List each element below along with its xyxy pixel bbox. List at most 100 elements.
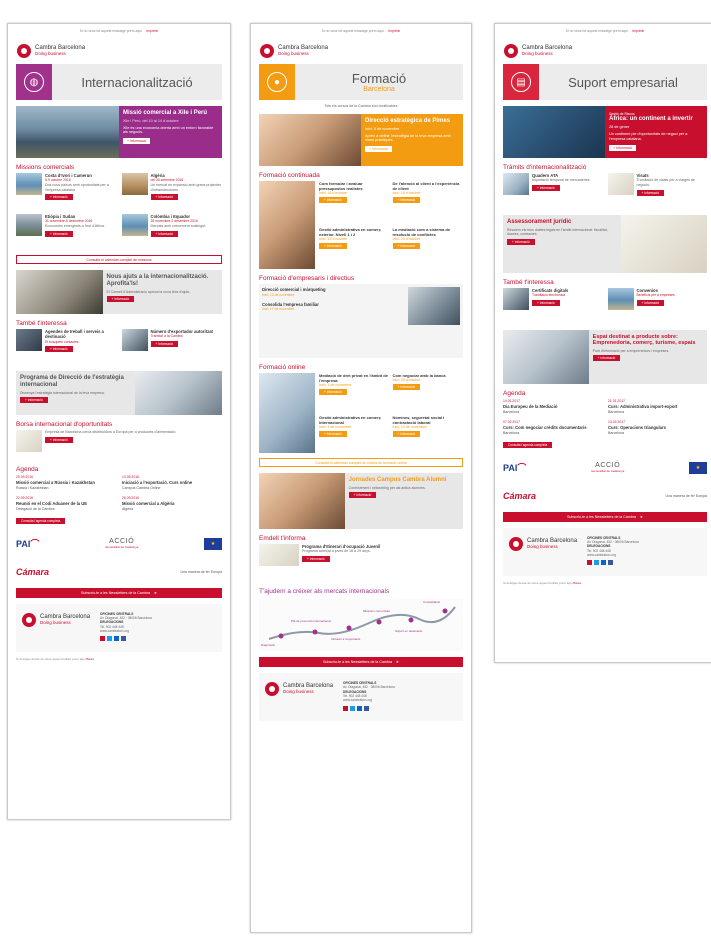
online-button[interactable]: + Informació xyxy=(319,430,347,437)
calendar-button[interactable]: Consulta el calendari complet de mission… xyxy=(16,255,222,264)
online-title: Mediació de dret privat en l'àmbit de l'… xyxy=(319,373,388,383)
mission-image xyxy=(16,173,42,195)
social-icon[interactable] xyxy=(587,560,593,566)
twitter-icon[interactable] xyxy=(107,636,113,642)
course-button[interactable]: + Informació xyxy=(319,197,347,203)
linkedin-icon[interactable] xyxy=(601,560,607,566)
unsubscribe-link[interactable]: Baixa xyxy=(573,581,581,585)
cambra-logo-icon xyxy=(509,536,523,551)
print-link[interactable]: Imprimir xyxy=(388,29,400,33)
linkedin-icon[interactable] xyxy=(114,636,120,642)
steps-diagram: Diagnòstic Pla de promoció internacional… xyxy=(259,599,463,651)
tramit-button[interactable]: + Informació xyxy=(636,189,665,196)
course-title: Gestió administrativa en comerç exterior… xyxy=(319,226,381,237)
unsubscribe-link[interactable]: Baixa xyxy=(86,657,94,661)
twitter-icon[interactable] xyxy=(350,705,356,711)
agenda-date: 22.09.2016 xyxy=(16,496,33,501)
facebook-icon[interactable] xyxy=(121,636,127,642)
print-link[interactable]: Imprimir xyxy=(632,29,644,33)
eu-motto: Una manera de fer Europa xyxy=(180,569,222,574)
agenda-button[interactable]: Consulta l'agenda completa xyxy=(503,441,553,448)
hero-feature: Missió comercial a Xile i Perú Xile i Pe… xyxy=(16,106,222,158)
mission-card: Costa d'Ivori i Camerun 5-9 octubre 2016 D… xyxy=(16,173,117,209)
social-icon[interactable] xyxy=(100,636,106,642)
top-text: Si no veus bé aquest missatge prem aquí xyxy=(79,29,143,33)
cambra-logo[interactable]: Cambra Barcelona Doing business xyxy=(8,38,230,64)
tramit-button[interactable]: + Informació xyxy=(532,185,560,192)
online-button[interactable]: + Informació xyxy=(392,430,421,437)
program-button[interactable]: + Informació xyxy=(20,397,48,404)
also-date: Tramitació electrònica xyxy=(532,293,566,298)
print-link[interactable]: Imprimir xyxy=(146,29,158,33)
directius-item[interactable]: Direcció comercial i màrqueting Inici: 13… xyxy=(262,287,404,298)
person-icon: ● xyxy=(267,72,287,92)
online-calendar-button[interactable]: Consulta el calendari complet de cursos … xyxy=(259,458,463,467)
agenda-item[interactable]: 22.09.2016 Reunió en el Codi Aduaner de l… xyxy=(16,496,116,511)
tramit-card: Quadern ATA Importació temporal de mercad… xyxy=(503,173,603,209)
subscribe-bar[interactable]: Subscriu-te a les Newsletters de la Camb… xyxy=(259,657,463,667)
logo-tagline: Doing business xyxy=(35,50,66,56)
cambra-logo[interactable]: Cambra Barcelona Doing business xyxy=(251,38,471,64)
hero-button[interactable]: + Informació xyxy=(609,144,637,151)
agenda-button[interactable]: Consulta l'agenda completa xyxy=(16,517,66,524)
mission-button[interactable]: + Informació xyxy=(150,230,179,237)
program-feature: Programa de Direcció de l'estratègia int… xyxy=(16,371,222,415)
twitter-icon[interactable] xyxy=(594,560,600,566)
agenda-item[interactable]: 14.01.2017 Dia Europeu de la Mediació Barc… xyxy=(503,399,602,414)
social-icon[interactable] xyxy=(343,705,349,711)
emdell-button[interactable]: + Informació xyxy=(302,556,330,563)
legal-advice-button[interactable]: + Informació xyxy=(507,238,535,245)
section-banner: ▤ Suport empresarial xyxy=(503,64,707,100)
linkedin-icon[interactable] xyxy=(357,705,363,711)
footer-web[interactable]: www.cambrabcn.org xyxy=(343,698,395,702)
course-button[interactable]: + Informació xyxy=(319,242,347,249)
agenda-item[interactable]: 20.09.2016 Missió comercial a Rússia i Ka… xyxy=(16,475,116,490)
subscribe-bar[interactable]: Subscriu-te a les Newsletters de la Camb… xyxy=(16,587,222,598)
directius-date: Inici: 17 de novembre xyxy=(262,307,295,312)
course-button[interactable]: + Informació xyxy=(392,242,421,249)
tramits-grid: Quadern ATA Importació temporal de mercad… xyxy=(503,173,707,209)
also-button[interactable]: + Informació xyxy=(150,340,179,348)
footer-web[interactable]: www.cambrabcn.org xyxy=(100,629,152,633)
also-button[interactable]: + Informació xyxy=(532,299,560,307)
online-button[interactable]: + Informació xyxy=(319,389,347,395)
agenda-item[interactable]: 13.02.2017 Curs: Operacions triangulars Ba… xyxy=(608,420,707,435)
agenda-item[interactable]: 13.09.2016 Iniciació a l'exportació. Curs… xyxy=(122,475,222,490)
courses-grid: Com formular i avaluar pressupostos real… xyxy=(319,181,463,269)
course-button[interactable]: + Informació xyxy=(392,197,421,203)
section-title: Agenda xyxy=(16,466,39,473)
footer-web[interactable]: www.cambrabcn.org xyxy=(587,553,639,557)
cambra-logo[interactable]: Cambra Barcelona Doing business xyxy=(495,38,711,64)
directius-item[interactable]: Consolida l'empresa familiar Inici: 17 de… xyxy=(262,302,404,313)
facebook-icon[interactable] xyxy=(364,705,370,711)
borsa-button[interactable]: + Informació xyxy=(45,436,73,443)
mission-button[interactable]: + Informació xyxy=(150,194,179,201)
agenda-item[interactable]: 26.09.2016 Missió comercial a Algèria Algè… xyxy=(122,496,222,511)
alumni-button[interactable]: + Informació xyxy=(348,492,377,499)
hero-box: Gestió de Riscos Àfrica: un continent a … xyxy=(605,106,707,158)
newsletter-suport-empresarial: Si no veus bé aquest missatge prem aquí … xyxy=(494,23,711,663)
agenda-place: Barcelona xyxy=(608,409,625,414)
online-button[interactable]: + Informació xyxy=(392,384,421,390)
accio-sub: Generalitat de Catalunya xyxy=(105,545,139,550)
hero-button[interactable]: + Informació xyxy=(365,146,393,153)
subscribe-bar[interactable]: Subscriu-te a les Newsletters de la Camb… xyxy=(503,511,707,522)
banner-icon-box: ▤ xyxy=(503,64,539,100)
agenda-item[interactable]: 07.02.2017 Curs: Com negociar crèdits doc… xyxy=(503,420,602,435)
section-title: Emdell t'informa xyxy=(259,535,306,542)
grants-button[interactable]: + Informació xyxy=(106,296,135,303)
agenda-item[interactable]: 21.01.2017 Curs: Administrativa import-ex… xyxy=(608,399,707,414)
camara-logo: Cámara xyxy=(16,566,50,577)
borsa-item: Empresa de Barcelona cerca distribuïdors… xyxy=(16,430,222,460)
mission-button[interactable]: + Informació xyxy=(45,194,73,201)
hero-button[interactable]: + Informació xyxy=(123,138,151,145)
mission-button[interactable]: + Informació xyxy=(45,230,73,237)
also-button[interactable]: + Informació xyxy=(45,346,73,353)
space-button[interactable]: + Informació xyxy=(592,355,621,362)
facebook-icon[interactable] xyxy=(608,560,614,566)
legal-line: Si desitges deixar de rebre aquest butll… xyxy=(503,580,573,585)
grants-image xyxy=(16,270,103,314)
agenda-date: 20.09.2016 xyxy=(16,475,33,479)
hero-image xyxy=(16,106,119,158)
also-button[interactable]: + Informació xyxy=(636,299,665,307)
